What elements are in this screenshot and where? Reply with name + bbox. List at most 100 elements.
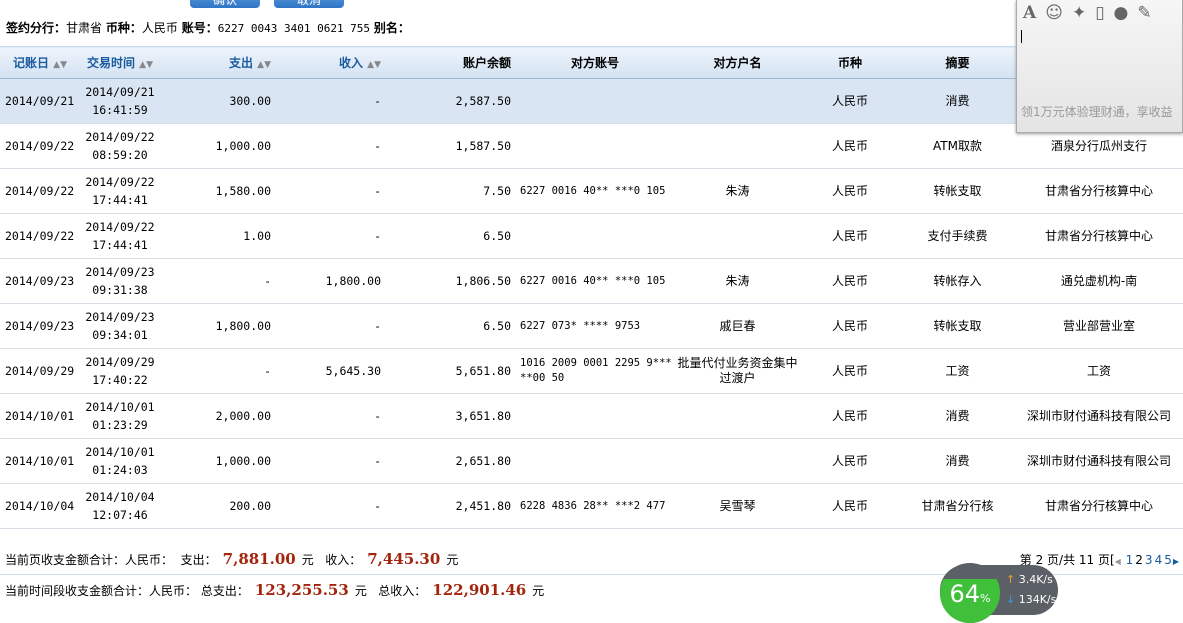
date-cell: 2014/09/23 [0, 258, 80, 304]
sort-icon: ▲▼ [139, 60, 154, 70]
currency-cell: 人民币 [800, 258, 900, 304]
sort-date-header[interactable]: 记账日 ▲▼ [0, 46, 80, 79]
cancel-button[interactable]: 取消 [274, 0, 344, 8]
emoji-icon[interactable]: ☺ [1045, 3, 1063, 23]
font-icon[interactable]: A [1023, 3, 1036, 23]
in-cell: - [275, 213, 385, 259]
account-label: 账号： [181, 21, 218, 35]
time-cell: 2014/10/04 12:07:46 [80, 483, 160, 529]
sort-time-header[interactable]: 交易时间 ▲▼ [80, 46, 160, 79]
balance-cell: 2,451.80 [385, 483, 515, 529]
out-cell: 1,580.00 [160, 168, 275, 214]
table-row[interactable]: 2014/09/23 2014/09/23 09:31:38-1,800.00 1,8… [0, 258, 1183, 304]
out-cell: 1.00 [160, 213, 275, 259]
date-cell: 2014/09/22 [0, 168, 80, 214]
counter-name-cell [675, 393, 800, 439]
balance-cell: 7.50 [385, 168, 515, 214]
counter-name-cell: 吴雪琴 [675, 483, 800, 529]
table-row[interactable]: 2014/10/01 2014/10/01 01:24:03 1,000.00-2,6… [0, 438, 1183, 484]
table-row[interactable]: 2014/10/01 2014/10/01 01:23:29 2,000.00-3,6… [0, 393, 1183, 439]
in-cell: - [275, 78, 385, 124]
date-cell: 2014/10/01 [0, 393, 80, 439]
time-cell: 2014/10/01 01:23:29 [80, 393, 160, 439]
table-row[interactable]: 2014/09/23 2014/09/23 09:34:01 1,800.00-6.5… [0, 303, 1183, 349]
page-out-total: 7,881.00 [222, 550, 296, 568]
promo-hint[interactable]: 领1万元体验理财通，享收益 [1021, 103, 1173, 120]
date-cell: 2014/10/04 [0, 483, 80, 529]
in-cell: - [275, 168, 385, 214]
transactions-table: 记账日 ▲▼ 交易时间 ▲▼ 支出 ▲▼ 收入 ▲▼ 账户余额 对方账号 对方户… [0, 46, 1183, 529]
page-link[interactable]: 5 [1164, 553, 1172, 567]
page-link[interactable]: 1 [1126, 553, 1134, 567]
place-cell: 深圳市财付通科技有限公司 [1015, 438, 1183, 484]
memo-cell: 甘肃省分行核 [900, 483, 1015, 529]
balance-cell: 2,651.80 [385, 438, 515, 484]
counter-name-cell: 朱涛 [675, 258, 800, 304]
sort-out-header[interactable]: 支出 ▲▼ [160, 46, 275, 79]
place-cell: 甘肃省分行核算中心 [1015, 483, 1183, 529]
counter-account-cell [515, 438, 675, 484]
currency-cell: 人民币 [800, 393, 900, 439]
place-cell: 营业部营业室 [1015, 303, 1183, 349]
page-link[interactable]: 2 [1135, 553, 1143, 567]
branch-value: 甘肃省 [66, 21, 103, 35]
counter-account-cell: 1016 2009 0001 2295 9*** **00 50 [515, 348, 675, 394]
counter-name-cell [675, 213, 800, 259]
in-cell: - [275, 303, 385, 349]
currency-value: 人民币 [141, 21, 178, 35]
counter-name-cell [675, 438, 800, 484]
period-in-total: 122,901.46 [432, 581, 527, 599]
currency-cell: 人民币 [800, 438, 900, 484]
prev-page-icon[interactable]: ◀ [1115, 557, 1121, 566]
in-cell: - [275, 123, 385, 169]
text-cursor [1021, 30, 1022, 43]
date-cell: 2014/09/21 [0, 78, 80, 124]
table-row[interactable]: 2014/09/29 2014/09/29 17:40:22-5,645.30 5,6… [0, 348, 1183, 394]
screenshot-icon[interactable]: ▯ [1095, 3, 1104, 23]
in-cell: - [275, 483, 385, 529]
currency-cell: 人民币 [800, 78, 900, 124]
edit-icon[interactable]: ✎ [1137, 3, 1151, 23]
table-row[interactable]: 2014/09/22 2014/09/22 17:44:41 1,580.00-7.5… [0, 168, 1183, 214]
table-row[interactable]: 2014/09/22 2014/09/22 17:44:41 1.00-6.50 人民币… [0, 213, 1183, 259]
microphone-icon[interactable]: ● [1114, 3, 1129, 23]
currency-cell: 人民币 [800, 303, 900, 349]
in-cell: 5,645.30 [275, 348, 385, 394]
memo-cell: 支付手续费 [900, 213, 1015, 259]
alias-label: 别名： [373, 21, 410, 35]
out-cell: - [160, 258, 275, 304]
confirm-button[interactable]: 确认 [190, 0, 260, 8]
counter-name-cell: 批量代付业务资金集中过渡户 [675, 348, 800, 394]
magic-wand-icon[interactable]: ✦ [1072, 3, 1086, 23]
sort-icon: ▲▼ [257, 60, 271, 70]
out-cell: 1,800.00 [160, 303, 275, 349]
memo-cell: 消费 [900, 393, 1015, 439]
counter-account-cell: 6227 0016 40** ***0 105 [515, 258, 675, 304]
counter-account-cell [515, 123, 675, 169]
out-cell: 1,000.00 [160, 438, 275, 484]
out-cell: 1,000.00 [160, 123, 275, 169]
date-cell: 2014/09/22 [0, 123, 80, 169]
table-row[interactable]: 2014/09/21 2014/09/21 16:41:59 300.00-2,587… [0, 78, 1183, 124]
table-row[interactable]: 2014/10/04 2014/10/04 12:07:46 200.00-2,451… [0, 483, 1183, 529]
memo-cell: 转帐存入 [900, 258, 1015, 304]
in-cell: - [275, 438, 385, 484]
page-link[interactable]: 3 [1145, 553, 1153, 567]
currency-cell: 人民币 [800, 483, 900, 529]
time-cell: 2014/09/22 17:44:41 [80, 213, 160, 259]
memo-cell: 消费 [900, 78, 1015, 124]
page-link[interactable]: 4 [1155, 553, 1163, 567]
sort-icon: ▲▼ [367, 60, 381, 70]
memory-usage-ball[interactable]: 64% [940, 563, 1000, 623]
sort-in-header[interactable]: 收入 ▲▼ [275, 46, 385, 79]
input-popup[interactable]: A ☺ ✦ ▯ ● ✎ 领1万元体验理财通，享收益 [1016, 0, 1183, 133]
balance-cell: 5,651.80 [385, 348, 515, 394]
out-cell: 200.00 [160, 483, 275, 529]
next-page-icon[interactable]: ▶ [1173, 557, 1179, 566]
date-cell: 2014/09/23 [0, 303, 80, 349]
place-cell: 通兑虚机构-南 [1015, 258, 1183, 304]
time-cell: 2014/09/22 17:44:41 [80, 168, 160, 214]
table-row[interactable]: 2014/09/22 2014/09/22 08:59:20 1,000.00-1,5… [0, 123, 1183, 169]
time-cell: 2014/09/22 08:59:20 [80, 123, 160, 169]
counter-account-cell: 6227 073* **** 9753 [515, 303, 675, 349]
